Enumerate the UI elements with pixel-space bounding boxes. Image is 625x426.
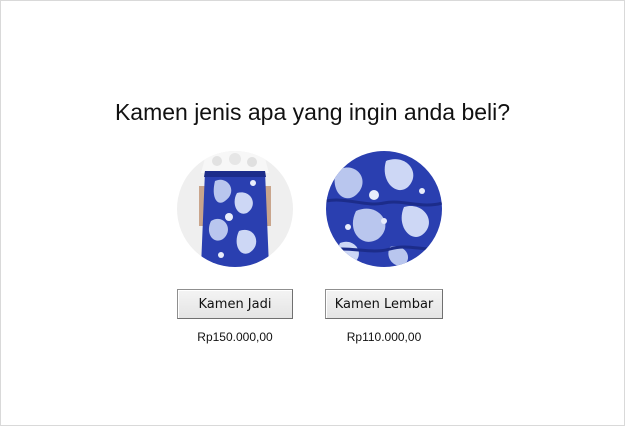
option-kamen-lembar: Kamen Lembar Rp110.000,00 <box>314 151 454 344</box>
option-kamen-jadi: Kamen Jadi Rp150.000,00 <box>165 151 305 344</box>
kamen-lembar-image[interactable] <box>326 151 442 267</box>
question-heading: Kamen jenis apa yang ingin anda beli? <box>114 99 511 125</box>
kamen-jadi-image[interactable] <box>177 151 293 267</box>
kamen-jadi-button[interactable]: Kamen Jadi <box>177 289 293 319</box>
kamen-lembar-button[interactable]: Kamen Lembar <box>325 289 443 319</box>
dialog-window: Kamen jenis apa yang ingin anda beli? Ka… <box>0 0 625 426</box>
kamen-jadi-price: Rp150.000,00 <box>197 330 273 344</box>
kamen-lembar-price: Rp110.000,00 <box>346 330 422 344</box>
